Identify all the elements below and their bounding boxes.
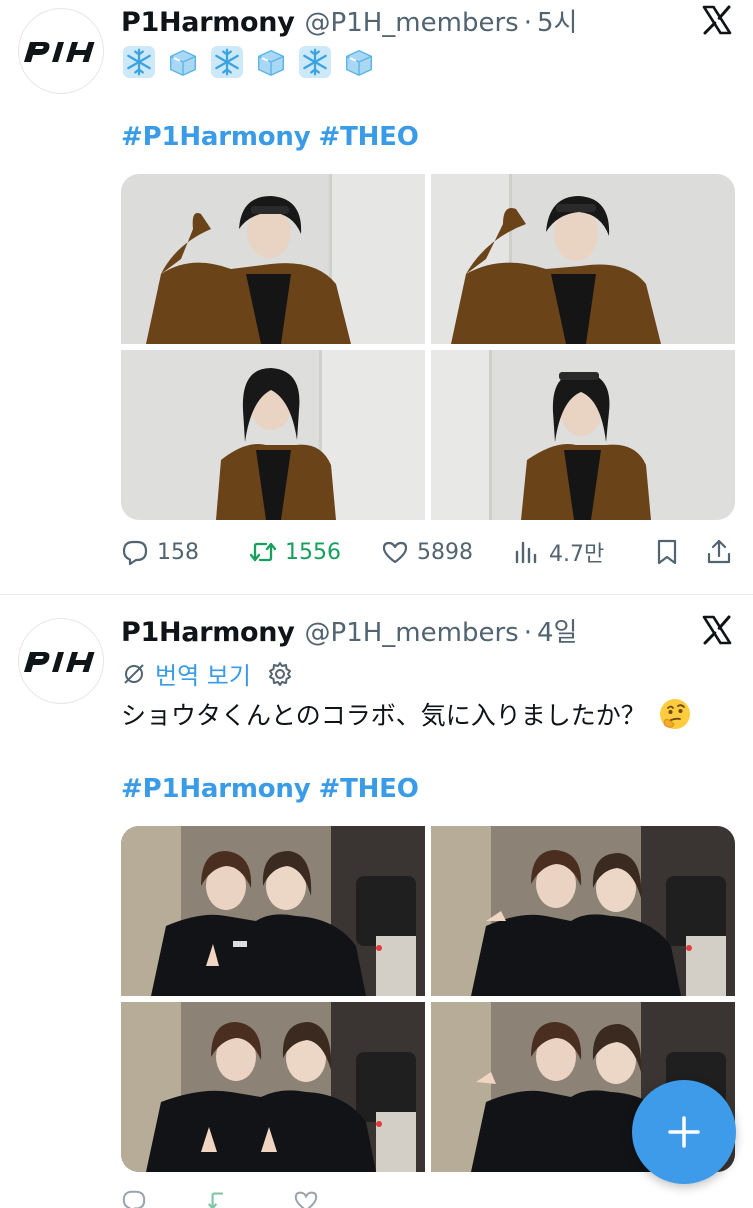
display-name[interactable]: P1Harmony [121,617,295,648]
media-grid [121,174,735,520]
photo[interactable] [121,1002,425,1172]
reply-icon [122,540,148,566]
tweet-divider [0,594,753,595]
separator: · [523,618,532,648]
retweet-count: 1556 [285,539,341,565]
reply-button[interactable]: 158 [121,538,249,566]
heart-icon [382,541,408,564]
avatar[interactable] [18,618,104,704]
tweet-header: P1Harmony @P1H_members · 5시 [121,2,577,38]
emoji-row [121,44,377,80]
p1h-logo-icon [24,42,95,62]
like-count: 5898 [417,539,473,565]
tweet-text: ショウタくんとのコラボ、気に入りましたか？ [121,696,692,732]
share-button[interactable] [705,538,735,566]
analytics-icon [515,541,537,564]
ice-cube-icon [165,44,201,80]
like-button[interactable]: 5898 [381,538,513,566]
handle[interactable]: @P1H_members [305,8,519,38]
timestamp[interactable]: 4일 [537,612,577,649]
hashtag-link[interactable]: #THEO [318,122,418,152]
reply-icon [122,1190,146,1208]
translate-row: 번역 보기 [121,656,293,691]
x-logo-icon[interactable] [701,614,733,646]
view-count: 4.7만 [549,542,605,567]
snowflake-icon [121,44,157,80]
photo[interactable] [431,350,735,520]
bookmark-icon [657,539,677,565]
ice-cube-icon [253,44,289,80]
photo[interactable] [121,174,425,344]
tweet-actions: 158 1556 5898 4.7만 [121,532,735,572]
tweet-body: ショウタくんとのコラボ、気に入りましたか？ [121,701,646,730]
hashtags: #P1Harmony #THEO [121,774,427,804]
photo[interactable] [121,826,425,996]
separator: · [523,8,532,38]
timestamp[interactable]: 5시 [537,2,577,39]
hashtag-link[interactable]: #P1Harmony [121,774,311,804]
reply-count: 158 [157,539,199,565]
compose-button[interactable] [632,1080,736,1184]
x-logo-icon[interactable] [701,4,733,36]
translate-link[interactable]: 번역 보기 [155,656,251,691]
photo[interactable] [431,174,735,344]
thinking-face-icon [659,699,690,729]
hashtags: #P1Harmony #THEO [121,122,427,152]
photo[interactable] [431,826,735,996]
hashtag-link[interactable]: #THEO [318,774,418,804]
ice-cube-icon [341,44,377,80]
p1h-logo-icon [24,652,95,672]
photo[interactable] [121,350,425,520]
views-button[interactable]: 4.7만 [513,536,653,568]
avatar[interactable] [18,8,104,94]
share-icon [707,539,731,564]
snowflake-icon [297,44,333,80]
gear-icon[interactable] [267,661,293,687]
snowflake-icon [209,44,245,80]
tweet-header: P1Harmony @P1H_members · 4일 [121,612,577,648]
retweet-icon [249,542,277,562]
bookmark-button[interactable] [653,538,705,566]
tweet-1[interactable]: P1Harmony @P1H_members · 5시 #P1Harmony #T… [0,0,753,594]
handle[interactable]: @P1H_members [305,618,519,648]
retweet-button[interactable]: 1556 [249,538,381,566]
translate-icon [124,663,144,684]
tweet-actions-peek [121,1188,735,1208]
heart-icon [294,1191,318,1208]
hashtag-link[interactable]: #P1Harmony [121,122,311,152]
retweet-icon [208,1192,223,1208]
plus-icon [668,1116,700,1148]
display-name[interactable]: P1Harmony [121,7,295,38]
